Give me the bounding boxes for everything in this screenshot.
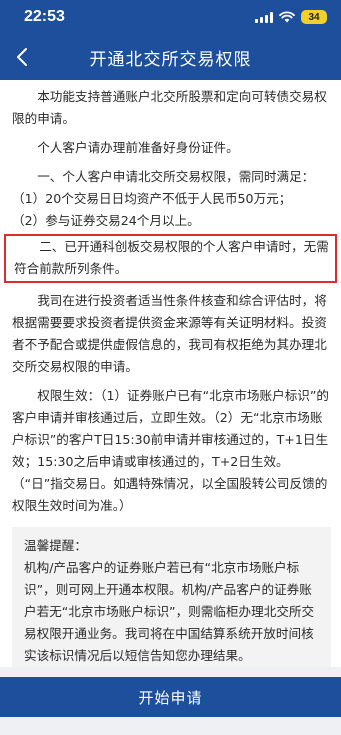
- chevron-left-icon: [17, 48, 27, 66]
- condition-one-text: 一、个人客户申请北交所交易权限，需同时满足：: [37, 169, 315, 184]
- back-button[interactable]: [8, 43, 36, 71]
- reminder-text: 机构/产品客户的证券账户若已有“北京市场账户标识”，则可网上开通本权限。机构/产…: [24, 560, 315, 663]
- highlight-box: 二、已开通科创板交易权限的个人客户申请时，无需符合前款所列条件。: [4, 234, 337, 283]
- nav-bar: 开通北交所交易权限: [0, 34, 341, 80]
- content-area[interactable]: 本功能支持普通账户北交所股票和定向可转债交易权限的申请。 个人客户请办理前准备好…: [0, 80, 341, 667]
- id-note-text: 个人客户请办理前准备好身份证件。: [37, 140, 239, 155]
- status-icons: 34: [255, 10, 327, 24]
- reminder-box: 温馨提醒： 机构/产品客户的证券账户若已有“北京市场账户标识”，则可网上开通本权…: [12, 527, 331, 667]
- footer: 开始申请: [0, 667, 341, 735]
- battery-icon: 34: [301, 10, 327, 24]
- reminder-title: 温馨提醒：: [24, 538, 87, 553]
- condition-item: （2）参与证券交易24个月以上。: [12, 213, 200, 228]
- review-note-text: 我司在进行投资者适当性条件核查和综合评估时，将根据需要要求投资者提供资金来源等有…: [12, 293, 327, 374]
- status-bar: 22:53 34: [0, 0, 341, 34]
- start-apply-button[interactable]: 开始申请: [0, 677, 341, 717]
- condition-two-text: 二、已开通科创板交易权限的个人客户申请时，无需符合前款所列条件。: [14, 239, 329, 276]
- status-time: 22:53: [24, 8, 65, 25]
- signal-icon: [255, 11, 273, 23]
- intro-text: 本功能支持普通账户北交所股票和定向可转债交易权限的申请。: [12, 89, 327, 126]
- condition-item: （1）20个交易日日均资产不低于人民币50万元；: [12, 191, 292, 206]
- effective-note-text: 权限生效：（1）证券账户已有“北京市场账户标识”的客户申请并审核通过后，立即生效…: [12, 388, 330, 513]
- wifi-icon: [279, 11, 295, 23]
- page-title: 开通北交所交易权限: [89, 49, 252, 70]
